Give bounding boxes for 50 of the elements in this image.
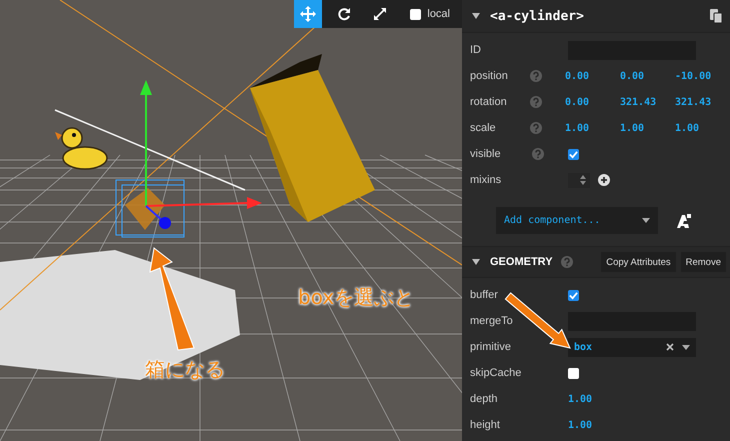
collapse-caret-icon[interactable]: [472, 259, 480, 265]
number-value-field[interactable]: 0.00: [565, 70, 620, 82]
updown-arrows-icon: [580, 175, 586, 185]
number-value-field[interactable]: 1.00: [565, 122, 620, 134]
copy-icon[interactable]: [710, 9, 722, 23]
logo-icon: [676, 212, 692, 228]
collapse-caret-icon[interactable]: [472, 13, 480, 19]
entity-title: <a-cylinder>: [490, 8, 585, 24]
checkbox[interactable]: [568, 148, 579, 160]
number-value-field[interactable]: 1.00: [568, 420, 623, 430]
property-label: rotation: [470, 96, 508, 108]
property-label: buffer: [470, 289, 499, 301]
component-action-button[interactable]: Remove: [680, 252, 726, 272]
annotation-text: boxを選ぶと: [298, 284, 414, 311]
number-value-field[interactable]: 0.00: [620, 70, 675, 82]
checkbox[interactable]: [568, 368, 579, 378]
number-value-field[interactable]: 1.00: [568, 394, 623, 404]
move-arrows-icon: [300, 6, 316, 22]
mixin-select[interactable]: [568, 172, 590, 188]
property-label: skipCache: [470, 367, 522, 379]
property-label: height: [470, 419, 501, 431]
property-label: ID: [470, 44, 482, 56]
property-label: scale: [470, 122, 497, 134]
property-label: depth: [470, 393, 499, 405]
add-circle-icon[interactable]: [598, 174, 610, 186]
number-value-field[interactable]: -10.00: [675, 70, 730, 82]
number-value-field[interactable]: 1.00: [675, 122, 730, 134]
number-value-field[interactable]: 0.00: [565, 96, 620, 108]
checkbox[interactable]: [568, 290, 579, 300]
rotate-icon: [337, 7, 352, 21]
local-label: local: [427, 8, 450, 20]
number-value-field[interactable]: 321.43: [620, 96, 675, 108]
local-checkbox[interactable]: [410, 8, 422, 20]
property-label: position: [470, 70, 509, 82]
selected-box-drawing: [116, 180, 184, 238]
duck-drawing: [55, 127, 108, 170]
component-action-button[interactable]: Copy Attributes: [601, 252, 676, 272]
number-value-field[interactable]: 1.00: [620, 122, 675, 134]
clear-icon[interactable]: [666, 343, 674, 351]
number-value-field[interactable]: 321.43: [675, 96, 730, 108]
resize-arrows-icon: [373, 7, 388, 21]
add-component-select[interactable]: Add component...: [496, 207, 658, 234]
property-label: primitive: [470, 341, 512, 353]
translate-tool-button[interactable]: [294, 0, 322, 28]
property-label: visible: [470, 148, 502, 160]
annotation-text: 箱になる: [145, 356, 225, 383]
primitive-select[interactable]: box: [568, 338, 696, 356]
property-label: mixins: [470, 174, 502, 186]
component-title: GEOMETRY: [490, 256, 553, 268]
property-label: mergeTo: [470, 315, 514, 327]
